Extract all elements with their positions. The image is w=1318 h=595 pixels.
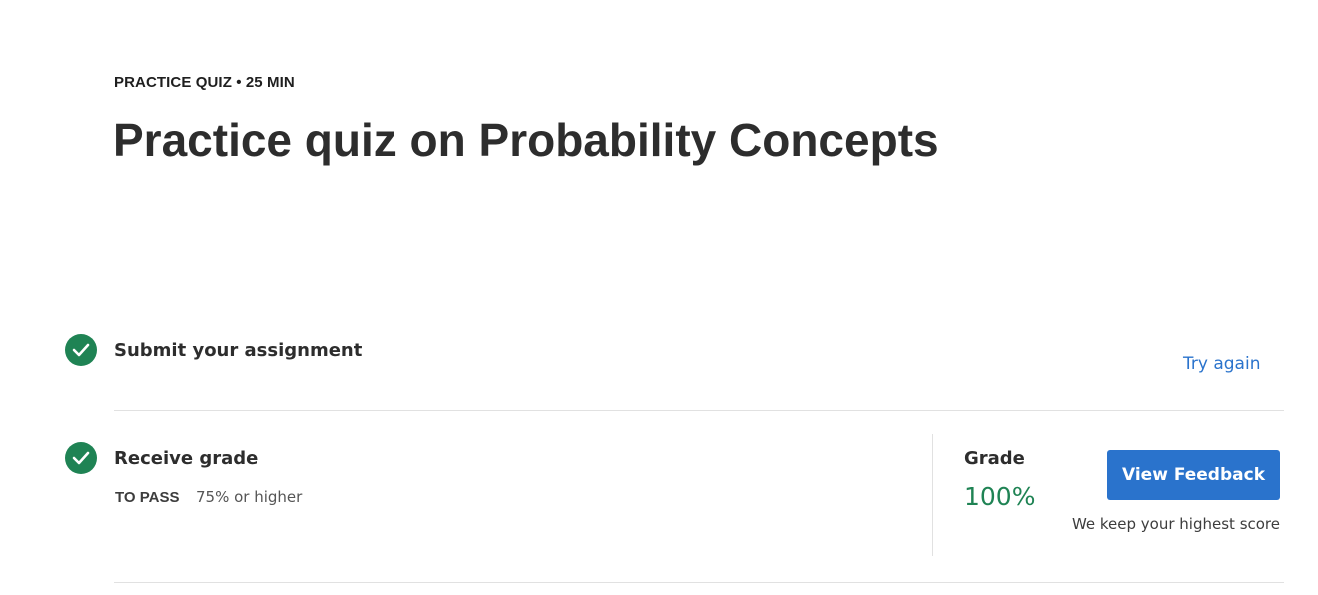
check-circle-icon [65,442,97,474]
highest-score-note: We keep your highest score [1071,515,1280,533]
pass-label: TO PASS [115,489,180,506]
check-circle-icon [65,334,97,366]
try-again-link[interactable]: Try again [1183,354,1260,374]
page-title: Practice quiz on Probability Concepts [113,114,939,166]
grade-label: Grade [964,448,1025,469]
divider [114,582,1284,583]
grade-value: 100% [964,482,1036,511]
divider [114,410,1284,411]
quiz-page: PRACTICE QUIZ • 25 MIN Practice quiz on … [0,0,1318,595]
vertical-divider [932,434,933,556]
submit-assignment-title: Submit your assignment [114,340,363,361]
pass-threshold: 75% or higher [196,488,303,506]
receive-grade-title: Receive grade [114,448,259,469]
quiz-meta: PRACTICE QUIZ • 25 MIN [114,74,295,91]
view-feedback-button[interactable]: View Feedback [1107,450,1280,500]
